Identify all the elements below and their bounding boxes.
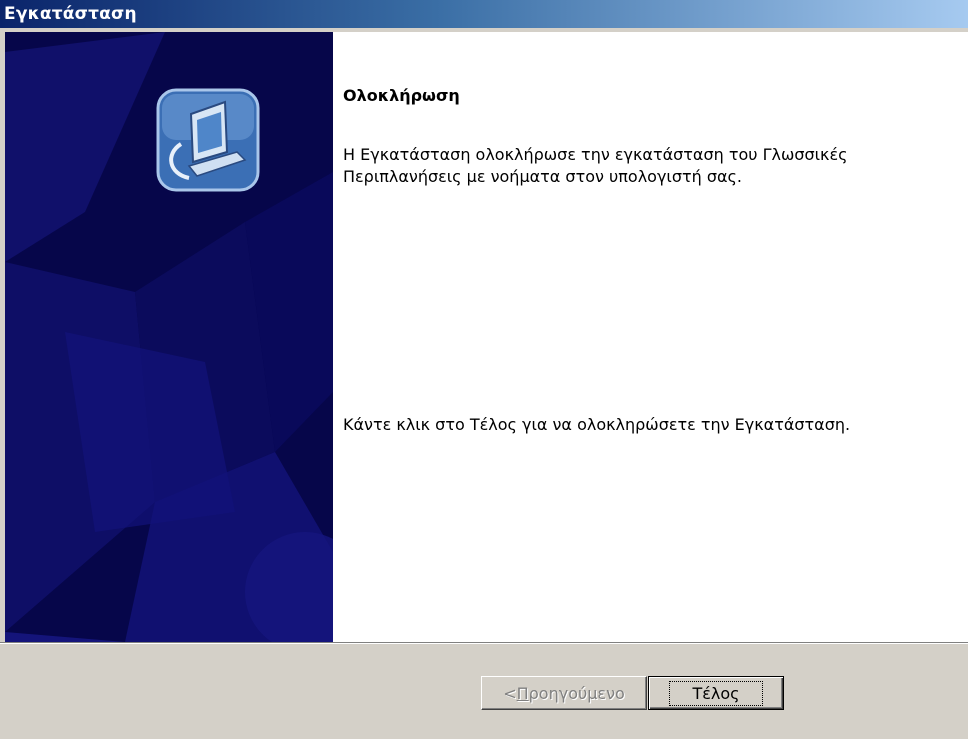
side-panel-artwork <box>5 32 333 642</box>
page-heading: Ολοκλήρωση <box>343 86 460 105</box>
back-button-prefix: < <box>503 683 517 703</box>
finish-button[interactable]: Τέλος <box>648 676 784 710</box>
back-button-label: ροηγούμενο <box>528 683 625 703</box>
finish-button-label: Τέλος <box>669 680 763 706</box>
side-panel <box>5 32 333 642</box>
back-button[interactable]: < Προηγούμενο <box>481 676 647 710</box>
content-panel: Ολοκλήρωση Η Εγκατάσταση ολοκλήρωσε την … <box>333 32 968 642</box>
button-separator <box>0 642 968 644</box>
setup-window: Εγκατάσταση Ολοκλήρωση Η Εγκατάσταση ολο… <box>0 0 970 739</box>
window-title: Εγκατάσταση <box>0 0 968 28</box>
completion-message: Η Εγκατάσταση ολοκλήρωσε την εγκατάσταση… <box>343 145 848 186</box>
finish-instruction: Κάντε κλικ στο Τέλος για να ολοκληρώσετε… <box>343 415 851 434</box>
computer-setup-icon <box>156 88 260 192</box>
back-button-mnemonic: Π <box>516 683 529 703</box>
